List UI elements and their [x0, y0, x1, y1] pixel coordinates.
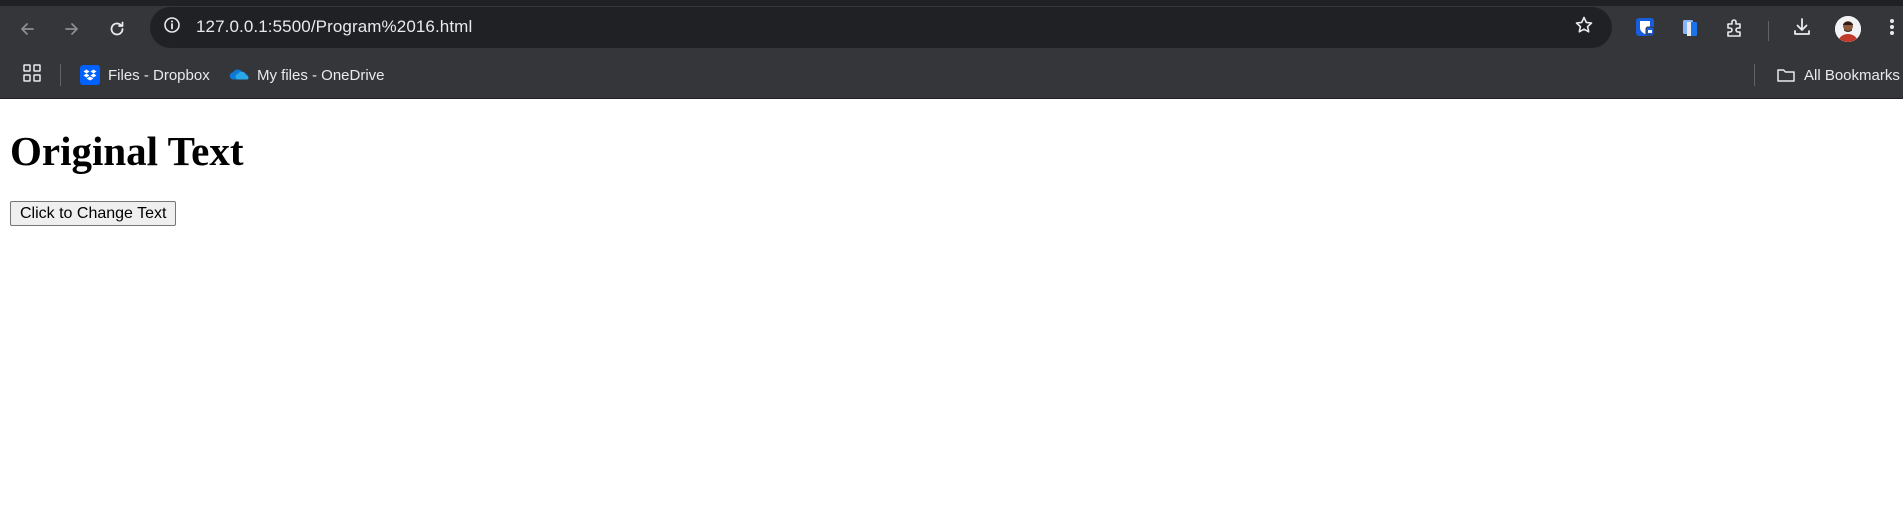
bookmark-dropbox[interactable]: Files - Dropbox [74, 61, 216, 89]
reload-button[interactable] [100, 12, 134, 46]
apps-grid-icon [22, 63, 42, 88]
more-menu-button[interactable] [1877, 14, 1903, 44]
dropbox-icon [80, 65, 100, 85]
bookmark-label: Files - Dropbox [108, 66, 210, 84]
download-icon [1791, 16, 1813, 43]
star-icon [1574, 15, 1594, 40]
bitwarden-extension-button[interactable] [1630, 14, 1660, 44]
page-content: Original Text Click to Change Text [0, 99, 1903, 526]
all-bookmarks-label: All Bookmarks [1804, 66, 1900, 84]
all-bookmarks-button[interactable]: All Bookmarks [1770, 61, 1903, 89]
page-heading: Original Text [10, 128, 244, 174]
docs-extension-icon [1679, 16, 1701, 43]
site-info-button[interactable] [160, 15, 184, 39]
apps-button[interactable] [20, 63, 44, 87]
bookmark-onedrive[interactable]: My files - OneDrive [223, 61, 391, 89]
info-icon [163, 16, 181, 39]
url-text[interactable]: 127.0.0.1:5500/Program%2016.html [196, 17, 472, 37]
bookmark-label: My files - OneDrive [257, 66, 385, 84]
avatar[interactable] [1835, 16, 1861, 42]
more-vert-icon [1888, 16, 1896, 43]
downloads-button[interactable] [1787, 14, 1817, 44]
docs-extension-button[interactable] [1675, 14, 1705, 44]
browser-chrome: 127.0.0.1:5500/Program%2016.html Files -… [0, 0, 1903, 99]
extensions-button[interactable] [1720, 14, 1750, 44]
reload-icon [107, 19, 127, 39]
bookmarks-bar: Files - Dropbox My files - OneDrive All … [0, 52, 1903, 99]
address-bar[interactable]: 127.0.0.1:5500/Program%2016.html [150, 7, 1612, 48]
bitwarden-icon [1634, 16, 1656, 43]
browser-toolbar: 127.0.0.1:5500/Program%2016.html [0, 6, 1903, 52]
bookmarks-divider [1754, 64, 1755, 86]
back-button[interactable] [10, 12, 44, 46]
bookmarks-divider [60, 64, 61, 86]
arrow-right-icon [62, 19, 82, 39]
arrow-left-icon [17, 19, 37, 39]
onedrive-icon [229, 65, 249, 85]
bookmark-star-button[interactable] [1572, 15, 1596, 39]
toolbar-divider [1768, 21, 1769, 41]
change-text-button[interactable]: Click to Change Text [10, 201, 177, 226]
extensions-puzzle-icon [1724, 16, 1746, 43]
forward-button[interactable] [55, 12, 89, 46]
folder-icon [1776, 65, 1796, 85]
